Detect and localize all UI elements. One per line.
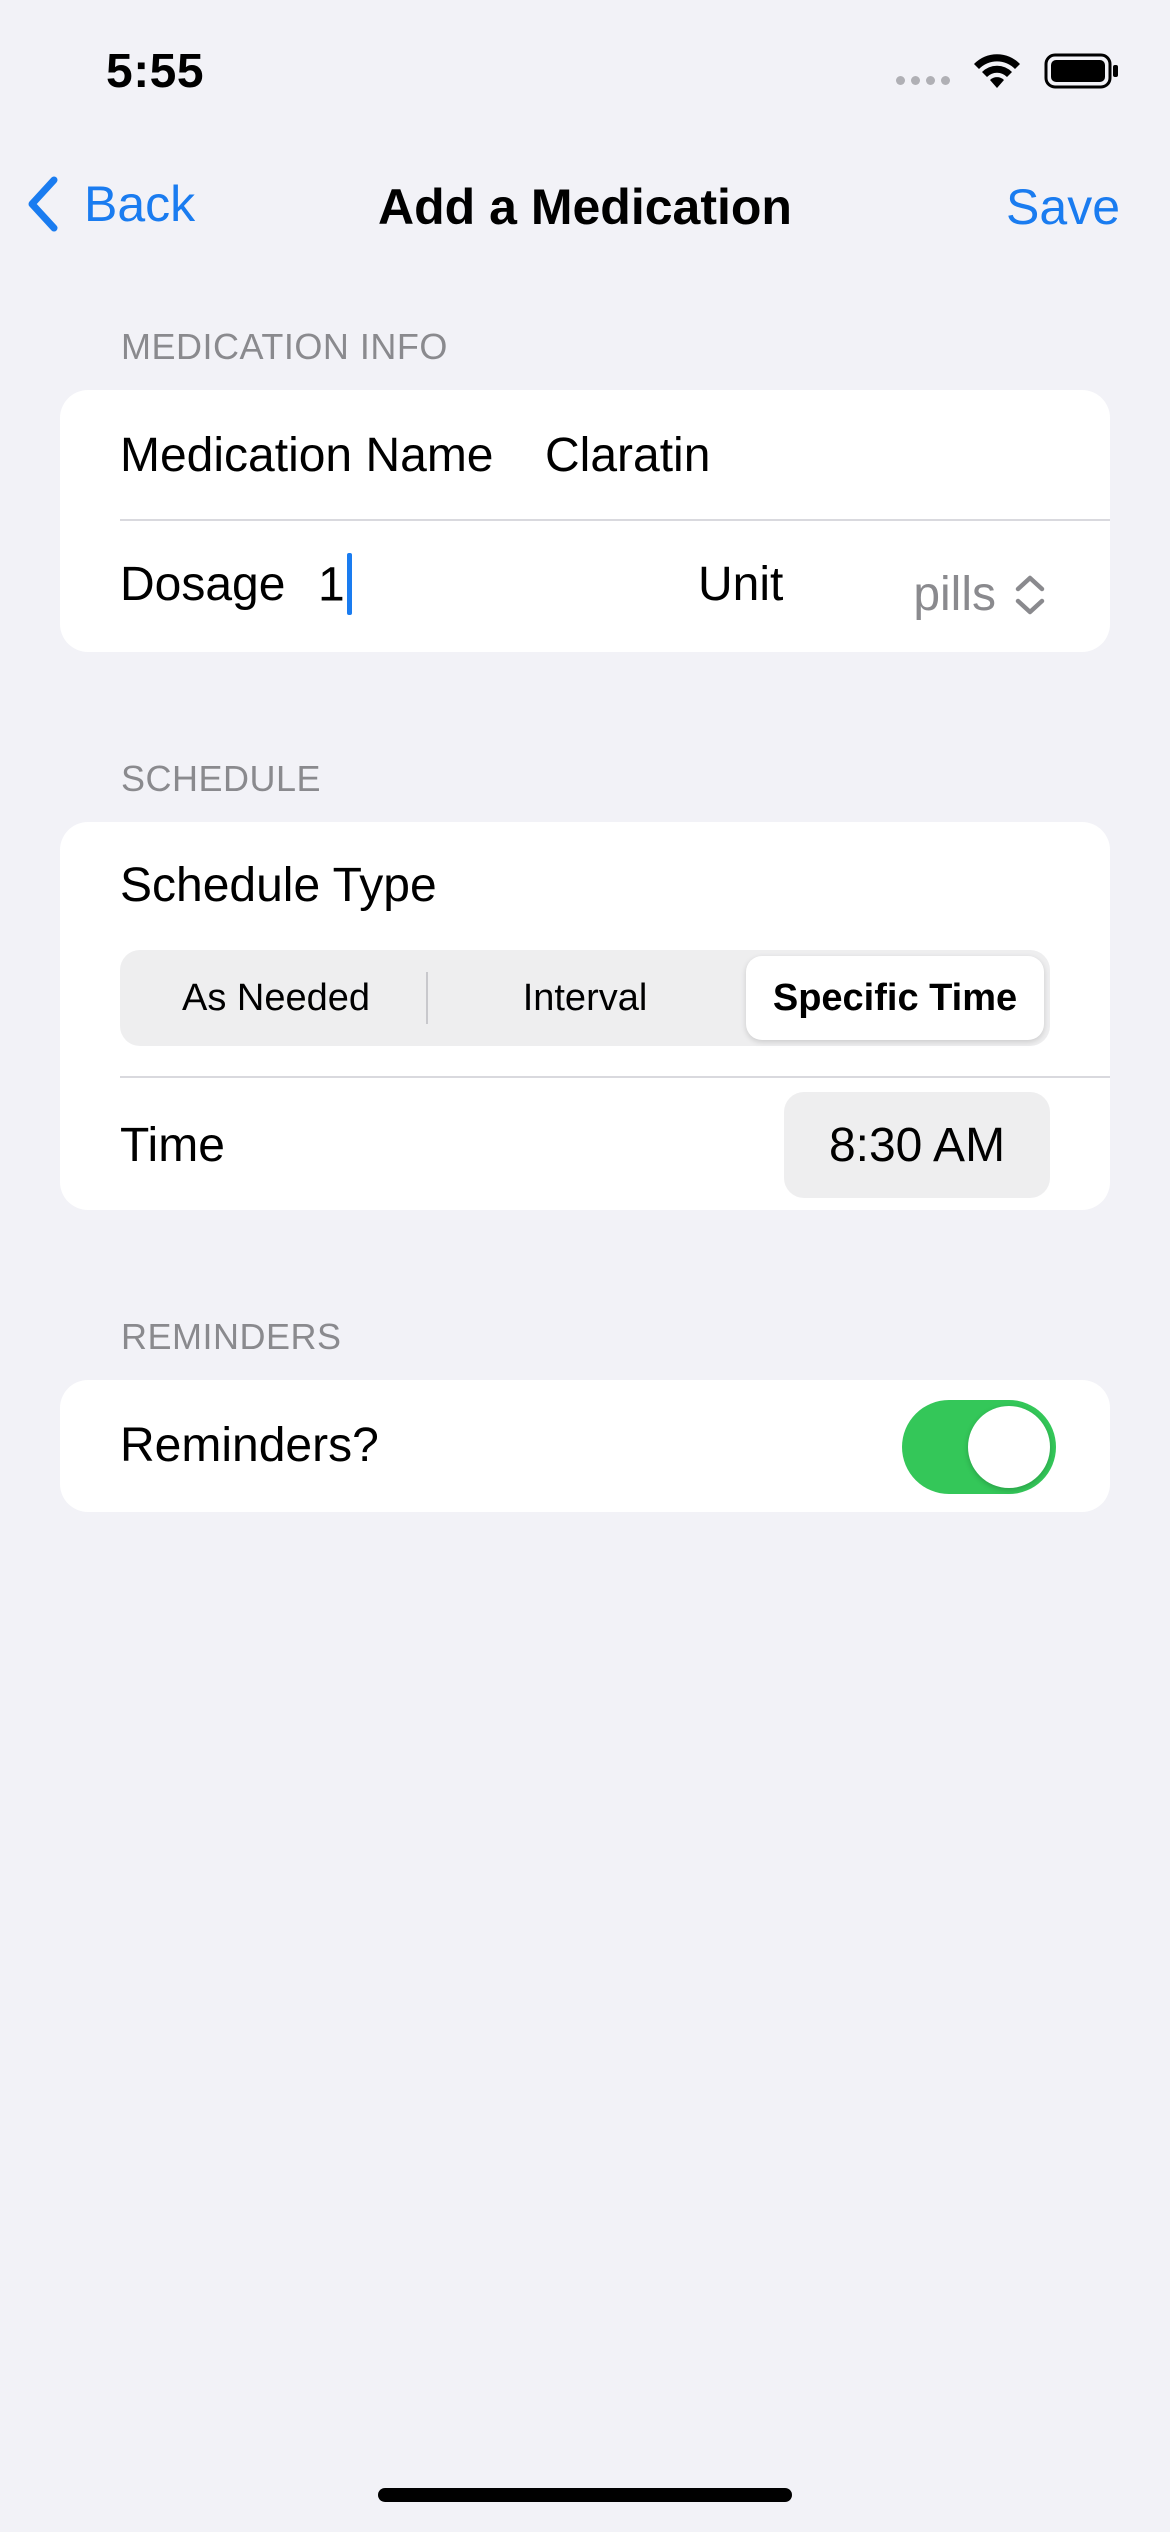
- medication-name-row[interactable]: Medication Name Claratin: [60, 390, 1110, 520]
- segment-divider: [426, 972, 428, 1024]
- dosage-value: 1: [318, 558, 345, 612]
- unit-picker[interactable]: pills: [913, 567, 1048, 622]
- reminders-toggle[interactable]: [902, 1400, 1056, 1494]
- save-button[interactable]: Save: [1006, 178, 1120, 236]
- segment-specific-time[interactable]: Specific Time: [746, 956, 1044, 1040]
- time-picker-button[interactable]: 8:30 AM: [784, 1092, 1050, 1198]
- section-header-schedule: SCHEDULE: [121, 758, 322, 799]
- dosage-row: Dosage 1 Unit pills: [60, 521, 1110, 652]
- home-indicator[interactable]: [378, 2488, 792, 2502]
- chevron-up-down-icon: [1015, 575, 1045, 614]
- unit-value: pills: [913, 568, 996, 621]
- section-header-reminders: REMINDERS: [121, 1316, 342, 1357]
- time-row: Time 8:30 AM: [60, 1078, 1110, 1210]
- text-cursor: [346, 553, 352, 615]
- medication-info-card: Medication Name Claratin Dosage 1 Unit p…: [60, 390, 1110, 652]
- medication-name-field[interactable]: Claratin: [545, 428, 710, 483]
- unit-label: Unit: [698, 558, 784, 611]
- schedule-type-segmented-control: As Needed Interval Specific Time: [120, 950, 1050, 1046]
- segment-interval[interactable]: Interval: [430, 956, 740, 1040]
- status-icons: [896, 52, 1120, 90]
- battery-icon: [1044, 53, 1118, 89]
- reminders-card: Reminders?: [60, 1380, 1110, 1512]
- toggle-knob: [968, 1406, 1050, 1488]
- status-time: 5:55: [106, 45, 205, 98]
- schedule-card: Schedule Type As Needed Interval Specifi…: [60, 822, 1110, 1210]
- reminders-label: Reminders?: [120, 1419, 379, 1472]
- section-header-medication-info: MEDICATION INFO: [121, 326, 448, 367]
- medication-name-label: Medication Name: [120, 429, 494, 482]
- dosage-label: Dosage: [120, 558, 286, 611]
- dosage-field[interactable]: 1: [318, 553, 352, 619]
- navigation-bar: Back Add a Medication Save: [0, 160, 1170, 256]
- status-bar: 5:55: [0, 0, 1170, 150]
- cellular-signal-icon: [896, 75, 950, 85]
- page-title: Add a Medication: [378, 179, 792, 235]
- segment-as-needed[interactable]: As Needed: [126, 956, 426, 1040]
- wifi-icon: [974, 54, 1020, 88]
- time-label: Time: [120, 1119, 225, 1172]
- schedule-type-label: Schedule Type: [120, 859, 437, 912]
